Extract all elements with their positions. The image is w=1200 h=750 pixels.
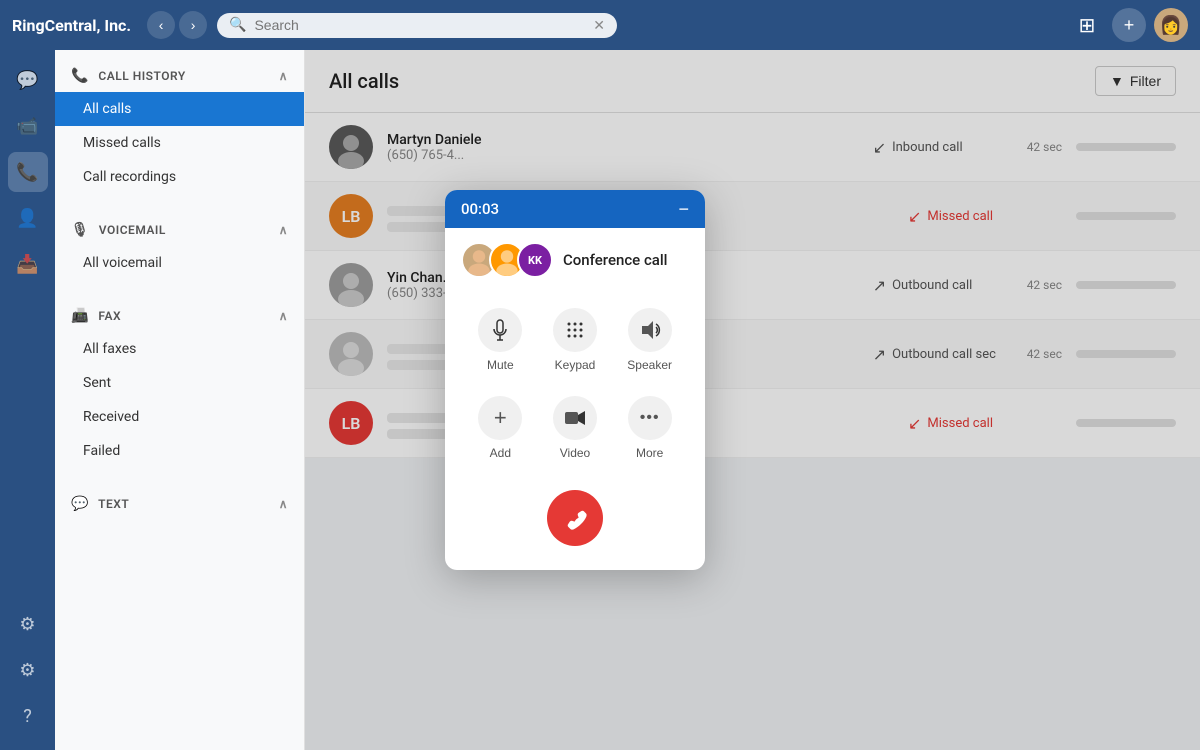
speaker-label: Speaker (627, 358, 672, 372)
nav-buttons: ‹ › (147, 11, 207, 39)
sidebar-item-missed-calls[interactable]: Missed calls (55, 126, 304, 160)
rail-chat-icon[interactable]: 💬 (8, 60, 48, 100)
sidebar-section-header-text[interactable]: 💬 TEXT ∧ (55, 488, 304, 520)
video-icon (553, 396, 597, 440)
call-timer: 00:03 (461, 200, 499, 218)
video-label: Video (560, 446, 590, 460)
end-call-section (445, 490, 705, 570)
rail-help-icon[interactable]: ? (8, 696, 48, 736)
call-history-section-icon: 📞 (71, 68, 89, 84)
add-label: Add (490, 446, 511, 460)
sidebar-section-voicemail: 🎙 VOICEMAIL ∧ All voicemail (55, 204, 304, 290)
rail-bottom-group: ⚙ ⚙ ? (8, 604, 48, 750)
voicemail-section-label: VOICEMAIL (99, 223, 166, 237)
avatar[interactable]: 👩 (1154, 8, 1188, 42)
sidebar-item-all-calls[interactable]: All calls (55, 92, 304, 126)
modal-header: 00:03 − (445, 190, 705, 228)
end-call-button[interactable] (535, 478, 614, 557)
conference-label: Conference call (563, 251, 668, 269)
search-input[interactable] (254, 17, 585, 33)
sidebar-section-header-voicemail[interactable]: 🎙 VOICEMAIL ∧ (55, 214, 304, 246)
topbar: RingCentral, Inc. ‹ › 🔍 ✕ ⊞ + 👩 (0, 0, 1200, 50)
sidebar-section-header-fax[interactable]: 📠 FAX ∧ (55, 300, 304, 332)
fax-chevron: ∧ (279, 309, 288, 323)
conference-modal: 00:03 − KK Conference call (445, 190, 705, 570)
participant-avatar-3: KK (517, 242, 553, 278)
back-button[interactable]: ‹ (147, 11, 175, 39)
search-bar: 🔍 ✕ (217, 13, 617, 38)
speaker-button[interactable]: Speaker (614, 298, 685, 382)
modal-participants: KK Conference call (445, 228, 705, 288)
sidebar-item-sent[interactable]: Sent (55, 366, 304, 400)
text-section-icon: 💬 (71, 496, 89, 512)
text-chevron: ∧ (279, 497, 288, 511)
sidebar-item-all-faxes[interactable]: All faxes (55, 332, 304, 366)
add-button[interactable]: + (1112, 8, 1146, 42)
rail-contacts-icon[interactable]: 👤 (8, 198, 48, 238)
main-content: All calls ▼ Filter Martyn Daniele (650) … (305, 50, 1200, 750)
rail-inbox-icon[interactable]: 📥 (8, 244, 48, 284)
voicemail-chevron: ∧ (279, 223, 288, 237)
rail-video-icon[interactable]: 📹 (8, 106, 48, 146)
participant-avatars: KK (461, 242, 553, 278)
app-title: RingCentral, Inc. (12, 16, 131, 35)
sidebar-section-header-call-history[interactable]: 📞 CALL HISTORY ∧ (55, 60, 304, 92)
sidebar: 📞 CALL HISTORY ∧ All calls Missed calls … (55, 50, 305, 750)
forward-button[interactable]: › (179, 11, 207, 39)
apps-button[interactable]: ⊞ (1070, 8, 1104, 42)
keypad-button[interactable]: Keypad (540, 298, 611, 382)
call-history-section-label: CALL HISTORY (98, 69, 185, 83)
speaker-icon (628, 308, 672, 352)
icon-rail: 💬 📹 📞 👤 📥 ⚙ ⚙ ? (0, 50, 55, 750)
mute-button[interactable]: Mute (465, 298, 536, 382)
sidebar-section-fax: 📠 FAX ∧ All faxes Sent Received Failed (55, 290, 304, 478)
rail-settings2-icon[interactable]: ⚙ (8, 650, 48, 690)
add-icon: + (478, 396, 522, 440)
text-section-label: TEXT (98, 497, 129, 511)
search-icon: 🔍 (229, 17, 246, 33)
sidebar-section-call-history: 📞 CALL HISTORY ∧ All calls Missed calls … (55, 50, 304, 204)
more-label: More (636, 446, 663, 460)
minimize-button[interactable]: − (678, 200, 689, 218)
more-icon: ••• (628, 396, 672, 440)
fax-section-icon: 📠 (71, 308, 89, 324)
sidebar-item-call-recordings[interactable]: Call recordings (55, 160, 304, 194)
call-controls: Mute Keypad (445, 288, 705, 490)
keypad-label: Keypad (555, 358, 596, 372)
mute-icon (478, 308, 522, 352)
overlay-backdrop (305, 50, 1200, 750)
voicemail-section-icon: 🎙 (71, 222, 89, 238)
more-button[interactable]: ••• More (614, 386, 685, 470)
sidebar-item-received[interactable]: Received (55, 400, 304, 434)
fax-section-label: FAX (98, 309, 121, 323)
sidebar-item-all-voicemail[interactable]: All voicemail (55, 246, 304, 280)
mute-label: Mute (487, 358, 514, 372)
keypad-icon (553, 308, 597, 352)
sidebar-item-failed[interactable]: Failed (55, 434, 304, 468)
rail-settings1-icon[interactable]: ⚙ (8, 604, 48, 644)
sidebar-section-text: 💬 TEXT ∧ (55, 478, 304, 530)
layout: 💬 📹 📞 👤 📥 ⚙ ⚙ ? 📞 CALL HISTORY ∧ All cal… (0, 50, 1200, 750)
add-button[interactable]: + Add (465, 386, 536, 470)
search-clear-button[interactable]: ✕ (593, 17, 605, 34)
rail-phone-icon[interactable]: 📞 (8, 152, 48, 192)
topbar-right: ⊞ + 👩 (1070, 8, 1188, 42)
call-history-chevron: ∧ (279, 69, 288, 83)
video-button[interactable]: Video (540, 386, 611, 470)
